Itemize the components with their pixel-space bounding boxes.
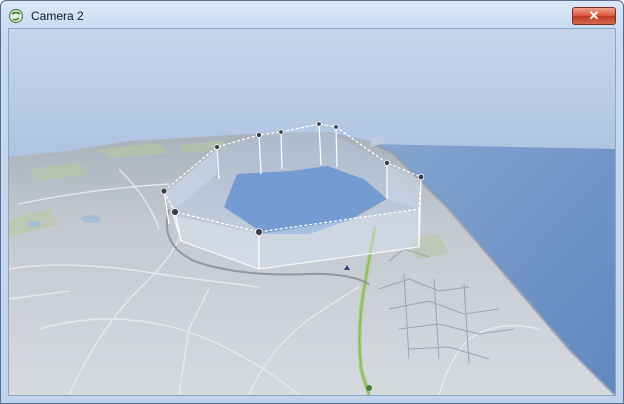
vertex-handle[interactable] [333, 124, 339, 130]
vertex-handle[interactable] [417, 173, 425, 181]
camera-window: Camera 2 ✕ [0, 0, 624, 404]
window-title: Camera 2 [31, 9, 84, 23]
small-lake [27, 221, 41, 227]
vertex-handle[interactable] [316, 121, 322, 127]
3d-viewport[interactable] [8, 28, 616, 396]
road-junction-marker [366, 385, 372, 391]
small-lake [81, 215, 101, 223]
vertex-handle[interactable] [214, 144, 220, 150]
vertex-handle[interactable] [171, 208, 179, 216]
close-button[interactable]: ✕ [572, 7, 616, 25]
vertex-handle[interactable] [256, 132, 262, 138]
close-icon: ✕ [588, 8, 600, 23]
vertex-handle[interactable] [160, 187, 168, 195]
vertex-handle[interactable] [255, 228, 263, 236]
vertex-handle[interactable] [383, 159, 390, 166]
title-bar[interactable]: Camera 2 ✕ [1, 1, 623, 29]
globe-camera-icon [8, 8, 24, 24]
vertex-handle[interactable] [278, 129, 284, 135]
